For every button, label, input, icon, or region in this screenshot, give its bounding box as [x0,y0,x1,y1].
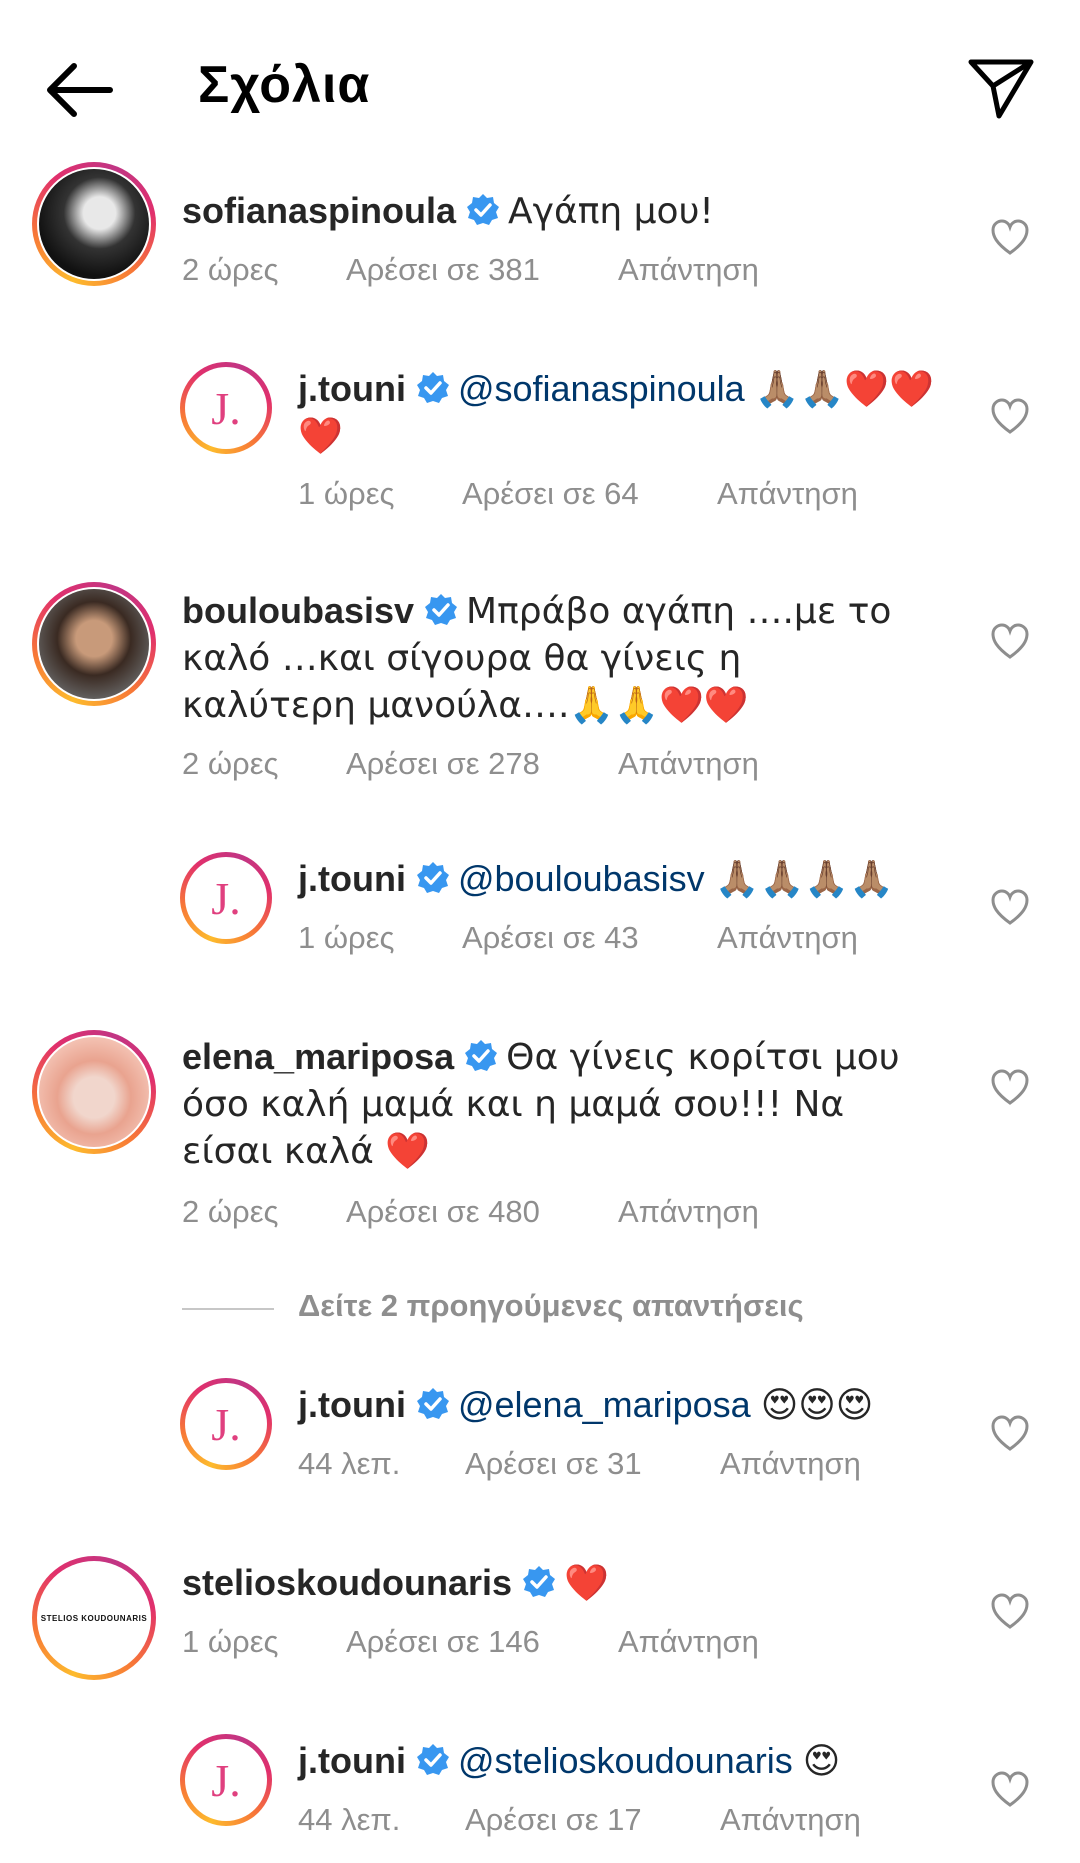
avatar[interactable]: J. [180,362,272,454]
comment-body: elena_mariposa Θα γίνεις κορίτσι μου όσο … [182,1034,922,1175]
likes-count[interactable]: Αρέσει σε 17 [465,1802,720,1838]
comment-meta: 44 λεπ. Αρέσει σε 17 Απάντηση [298,1802,861,1838]
comment-text: 😍 [802,1741,841,1782]
verified-badge-icon [465,1040,498,1071]
reply-button[interactable]: Απάντηση [618,1624,759,1660]
comment-text: ❤️ [564,1563,609,1604]
comment-meta: 2 ώρες Αρέσει σε 480 Απάντηση [182,1194,759,1230]
comment-time: 1 ώρες [182,1624,279,1659]
comment-body: j.touni @stelioskoudounaris 😍 [298,1738,958,1785]
avatar-logo: J. [187,859,265,937]
likes-count[interactable]: Αρέσει σε 480 [346,1194,618,1230]
comment-time: 1 ώρες [298,476,395,511]
comment-body: j.touni @bouloubasisv 🙏🏽🙏🏽🙏🏽🙏🏽 [298,856,958,903]
view-previous-replies[interactable]: Δείτε 2 προηγούμενες απαντήσεις [182,1288,1062,1328]
divider [182,1308,274,1310]
comment-body: stelioskoudounaris ❤️ [182,1560,922,1607]
heart-icon[interactable] [990,1592,1030,1632]
comment-body: j.touni @sofianaspinoula 🙏🏽🙏🏽❤️❤️❤️ [298,366,958,460]
comment-meta: 1 ώρες Αρέσει σε 64 Απάντηση [298,476,858,512]
avatar-logo: J. [187,369,265,447]
mention-link[interactable]: @bouloubasisv [458,858,705,899]
username[interactable]: elena_mariposa [182,1036,454,1077]
likes-count[interactable]: Αρέσει σε 278 [346,746,618,782]
username[interactable]: stelioskoudounaris [182,1562,512,1603]
avatar-logo: J. [187,1741,265,1819]
avatar[interactable]: J. [180,1378,272,1470]
mention-link[interactable]: @stelioskoudounaris [458,1740,793,1781]
comment-time: 2 ώρες [182,746,279,781]
avatar[interactable] [32,162,156,286]
comment-text: 😍😍😍 [760,1385,874,1426]
username[interactable]: j.touni [298,1384,406,1425]
comment-meta: 1 ώρες Αρέσει σε 146 Απάντηση [182,1624,759,1660]
username[interactable]: j.touni [298,1740,406,1781]
verified-badge-icon [425,594,458,625]
heart-icon[interactable] [990,888,1030,928]
avatar[interactable] [32,1030,156,1154]
comment-time: 2 ώρες [182,1194,279,1229]
likes-count[interactable]: Αρέσει σε 64 [462,476,717,512]
username[interactable]: j.touni [298,858,406,899]
comment-meta: 44 λεπ. Αρέσει σε 31 Απάντηση [298,1446,861,1482]
paper-plane-icon[interactable] [965,52,1037,124]
comment-time: 2 ώρες [182,252,279,287]
comment-meta: 1 ώρες Αρέσει σε 43 Απάντηση [298,920,858,956]
heart-icon[interactable] [990,218,1030,258]
reply-button[interactable]: Απάντηση [717,476,858,512]
likes-count[interactable]: Αρέσει σε 43 [462,920,717,956]
comment-text: 🙏🏽🙏🏽🙏🏽🙏🏽 [714,859,894,900]
view-replies-label[interactable]: Δείτε 2 προηγούμενες απαντήσεις [298,1288,804,1324]
avatar-logo: J. [187,1385,265,1463]
avatar[interactable] [32,582,156,706]
verified-badge-icon [416,372,449,403]
verified-badge-icon [416,862,449,893]
username[interactable]: bouloubasisv [182,590,414,631]
comment-text: Αγάπη μου! [508,191,714,232]
avatar[interactable]: J. [180,1734,272,1826]
comment-meta: 2 ώρες Αρέσει σε 381 Απάντηση [182,252,759,288]
heart-icon[interactable] [990,397,1030,437]
username[interactable]: sofianaspinoula [182,190,456,231]
verified-badge-icon [523,1566,556,1597]
comment-meta: 2 ώρες Αρέσει σε 278 Απάντηση [182,746,759,782]
likes-count[interactable]: Αρέσει σε 31 [465,1446,720,1482]
heart-icon[interactable] [990,622,1030,662]
arrow-left-icon[interactable] [40,55,120,125]
reply-button[interactable]: Απάντηση [720,1802,861,1838]
page-title: Σχόλια [198,56,371,114]
heart-icon[interactable] [990,1770,1030,1810]
comment-body: sofianaspinoula Αγάπη μου! [182,188,922,235]
likes-count[interactable]: Αρέσει σε 146 [346,1624,618,1660]
comment-time: 44 λεπ. [298,1446,401,1481]
verified-badge-icon [467,194,500,225]
username[interactable]: j.touni [298,368,406,409]
heart-icon[interactable] [990,1068,1030,1108]
reply-button[interactable]: Απάντηση [717,920,858,956]
comment-body: bouloubasisv Μπράβο αγάπη ….με το καλό …κ… [182,588,922,729]
verified-badge-icon [416,1744,449,1775]
comment-time: 1 ώρες [298,920,395,955]
verified-badge-icon [416,1388,449,1419]
reply-button[interactable]: Απάντηση [618,1194,759,1230]
mention-link[interactable]: @sofianaspinoula [458,368,745,409]
comment-time: 44 λεπ. [298,1802,401,1837]
avatar-logo: STELIOS KOUDOUNARIS [39,1563,149,1673]
heart-icon[interactable] [990,1414,1030,1454]
reply-button[interactable]: Απάντηση [720,1446,861,1482]
comment-body: j.touni @elena_mariposa 😍😍😍 [298,1382,958,1429]
reply-button[interactable]: Απάντηση [618,252,759,288]
reply-button[interactable]: Απάντηση [618,746,759,782]
likes-count[interactable]: Αρέσει σε 381 [346,252,618,288]
comments-header: Σχόλια [0,0,1080,170]
mention-link[interactable]: @elena_mariposa [458,1384,751,1425]
avatar[interactable]: STELIOS KOUDOUNARIS [32,1556,156,1680]
avatar[interactable]: J. [180,852,272,944]
